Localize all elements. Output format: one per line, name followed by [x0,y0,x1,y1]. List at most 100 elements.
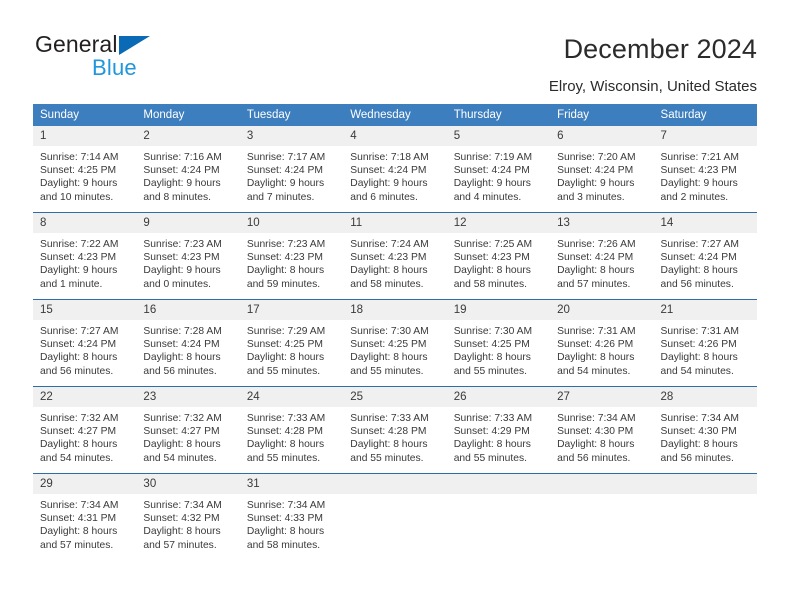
day-number [653,474,757,494]
daylight-text-line1: Daylight: 8 hours [350,265,428,277]
day-cell[interactable]: 20 Sunrise: 7:31 AM Sunset: 4:26 PM Dayl… [550,299,654,387]
day-number: 22 [33,387,137,407]
day-details: Sunrise: 7:24 AM Sunset: 4:23 PM Dayligh… [343,233,446,291]
day-cell[interactable]: 14 Sunrise: 7:27 AM Sunset: 4:24 PM Dayl… [653,212,757,300]
day-cell[interactable]: 9 Sunrise: 7:23 AM Sunset: 4:23 PM Dayli… [136,212,240,300]
daylight-text-line1: Daylight: 9 hours [453,178,531,190]
sunrise-text: Sunrise: 7:26 AM [557,239,636,250]
day-cell[interactable]: 10 Sunrise: 7:23 AM Sunset: 4:23 PM Dayl… [239,212,344,300]
day-details: Sunrise: 7:33 AM Sunset: 4:28 PM Dayligh… [343,407,446,465]
sunset-text: Sunset: 4:24 PM [557,165,634,177]
daylight-text-line2: and 54 minutes. [660,365,734,377]
day-cell[interactable]: 5 Sunrise: 7:19 AM Sunset: 4:24 PM Dayli… [446,126,551,213]
daylight-text-line1: Daylight: 8 hours [143,439,221,451]
day-cell[interactable]: 6 Sunrise: 7:20 AM Sunset: 4:24 PM Dayli… [550,126,654,213]
day-details: Sunrise: 7:34 AM Sunset: 4:32 PM Dayligh… [136,494,239,552]
daylight-text-line2: and 54 minutes. [557,365,631,377]
day-cell[interactable]: 15 Sunrise: 7:27 AM Sunset: 4:24 PM Dayl… [33,299,137,387]
day-number: 25 [343,387,447,407]
weekday-header-sunday: Sunday [33,104,137,126]
day-details: Sunrise: 7:21 AM Sunset: 4:23 PM Dayligh… [654,146,757,204]
sunrise-text: Sunrise: 7:16 AM [143,152,222,163]
day-cell[interactable]: 17 Sunrise: 7:29 AM Sunset: 4:25 PM Dayl… [239,299,344,387]
sunset-text: Sunset: 4:28 PM [246,426,323,438]
daylight-text-line2: and 55 minutes. [350,452,424,464]
day-cell[interactable]: 11 Sunrise: 7:24 AM Sunset: 4:23 PM Dayl… [343,212,447,300]
sunrise-text: Sunrise: 7:23 AM [246,239,326,250]
day-cell[interactable]: 1 Sunrise: 7:14 AM Sunset: 4:25 PM Dayli… [33,126,137,213]
daylight-text-line1: Daylight: 8 hours [143,352,221,364]
sunrise-text: Sunrise: 7:22 AM [40,239,119,250]
daylight-text-line1: Daylight: 8 hours [350,352,428,364]
day-cell[interactable]: 22 Sunrise: 7:32 AM Sunset: 4:27 PM Dayl… [33,386,137,474]
day-cell-empty [550,473,654,560]
sunset-text: Sunset: 4:26 PM [660,339,737,351]
sunset-text: Sunset: 4:25 PM [40,165,117,177]
daylight-text-line2: and 7 minutes. [246,191,315,203]
day-details [550,494,653,499]
page-header: General Blue December 2024 Elroy, Wiscon… [0,0,792,96]
sunset-text: Sunset: 4:32 PM [143,513,220,525]
day-cell[interactable]: 4 Sunrise: 7:18 AM Sunset: 4:24 PM Dayli… [343,126,447,213]
day-cell[interactable]: 23 Sunrise: 7:32 AM Sunset: 4:27 PM Dayl… [136,386,240,474]
sunset-text: Sunset: 4:24 PM [660,252,737,264]
day-cell[interactable]: 28 Sunrise: 7:34 AM Sunset: 4:30 PM Dayl… [653,386,757,474]
sunrise-text: Sunrise: 7:17 AM [246,152,326,163]
daylight-text-line1: Daylight: 8 hours [246,439,325,451]
day-details: Sunrise: 7:23 AM Sunset: 4:23 PM Dayligh… [136,233,239,291]
sunset-text: Sunset: 4:25 PM [246,339,323,351]
weekday-header-thursday: Thursday [446,104,551,126]
day-cell[interactable]: 27 Sunrise: 7:34 AM Sunset: 4:30 PM Dayl… [550,386,654,474]
day-number: 4 [343,126,447,146]
day-cell[interactable]: 26 Sunrise: 7:33 AM Sunset: 4:29 PM Dayl… [446,386,551,474]
sunset-text: Sunset: 4:27 PM [143,426,220,438]
day-details: Sunrise: 7:31 AM Sunset: 4:26 PM Dayligh… [550,320,653,378]
sunset-text: Sunset: 4:24 PM [246,165,323,177]
daylight-text-line2: and 6 minutes. [350,191,418,203]
daylight-text-line2: and 55 minutes. [453,365,527,377]
day-cell[interactable]: 31 Sunrise: 7:34 AM Sunset: 4:33 PM Dayl… [239,473,344,560]
daylight-text-line1: Daylight: 8 hours [246,265,325,277]
day-cell[interactable]: 16 Sunrise: 7:28 AM Sunset: 4:24 PM Dayl… [136,299,240,387]
day-cell[interactable]: 8 Sunrise: 7:22 AM Sunset: 4:23 PM Dayli… [33,212,137,300]
daylight-text-line1: Daylight: 8 hours [40,526,118,538]
sunrise-text: Sunrise: 7:29 AM [246,326,326,337]
daylight-text-line2: and 54 minutes. [143,452,217,464]
day-cell[interactable]: 3 Sunrise: 7:17 AM Sunset: 4:24 PM Dayli… [239,126,344,213]
day-number: 3 [239,126,344,146]
sunset-text: Sunset: 4:24 PM [350,165,427,177]
sunrise-text: Sunrise: 7:32 AM [40,413,119,424]
day-cell[interactable]: 21 Sunrise: 7:31 AM Sunset: 4:26 PM Dayl… [653,299,757,387]
day-number: 15 [33,300,137,320]
day-cell[interactable]: 2 Sunrise: 7:16 AM Sunset: 4:24 PM Dayli… [136,126,240,213]
daylight-text-line1: Daylight: 9 hours [143,178,221,190]
day-cell[interactable]: 25 Sunrise: 7:33 AM Sunset: 4:28 PM Dayl… [343,386,447,474]
day-number [550,474,654,494]
sunset-text: Sunset: 4:25 PM [350,339,427,351]
page-subtitle: Elroy, Wisconsin, United States [548,78,757,95]
general-blue-logo[interactable]: General Blue [35,33,150,79]
day-cell[interactable]: 13 Sunrise: 7:26 AM Sunset: 4:24 PM Dayl… [550,212,654,300]
day-details: Sunrise: 7:34 AM Sunset: 4:33 PM Dayligh… [240,494,343,552]
sunrise-text: Sunrise: 7:31 AM [660,326,739,337]
daylight-text-line2: and 55 minutes. [246,365,321,377]
sunrise-text: Sunrise: 7:31 AM [557,326,636,337]
sunset-text: Sunset: 4:25 PM [453,339,530,351]
day-cell[interactable]: 18 Sunrise: 7:30 AM Sunset: 4:25 PM Dayl… [343,299,447,387]
day-cell[interactable]: 29 Sunrise: 7:34 AM Sunset: 4:31 PM Dayl… [33,473,137,560]
day-cell[interactable]: 19 Sunrise: 7:30 AM Sunset: 4:25 PM Dayl… [446,299,551,387]
daylight-text-line1: Daylight: 9 hours [660,178,738,190]
daylight-text-line2: and 8 minutes. [143,191,211,203]
weekday-header-saturday: Saturday [653,104,757,126]
day-number: 14 [653,213,757,233]
day-cell[interactable]: 30 Sunrise: 7:34 AM Sunset: 4:32 PM Dayl… [136,473,240,560]
day-cell[interactable]: 7 Sunrise: 7:21 AM Sunset: 4:23 PM Dayli… [653,126,757,213]
daylight-text-line1: Daylight: 8 hours [246,526,325,538]
sunrise-text: Sunrise: 7:34 AM [660,413,739,424]
daylight-text-line1: Daylight: 9 hours [350,178,428,190]
daylight-text-line2: and 57 minutes. [143,539,217,551]
day-cell[interactable]: 12 Sunrise: 7:25 AM Sunset: 4:23 PM Dayl… [446,212,551,300]
day-cell[interactable]: 24 Sunrise: 7:33 AM Sunset: 4:28 PM Dayl… [239,386,344,474]
day-number: 18 [343,300,447,320]
sunrise-text: Sunrise: 7:25 AM [453,239,533,250]
